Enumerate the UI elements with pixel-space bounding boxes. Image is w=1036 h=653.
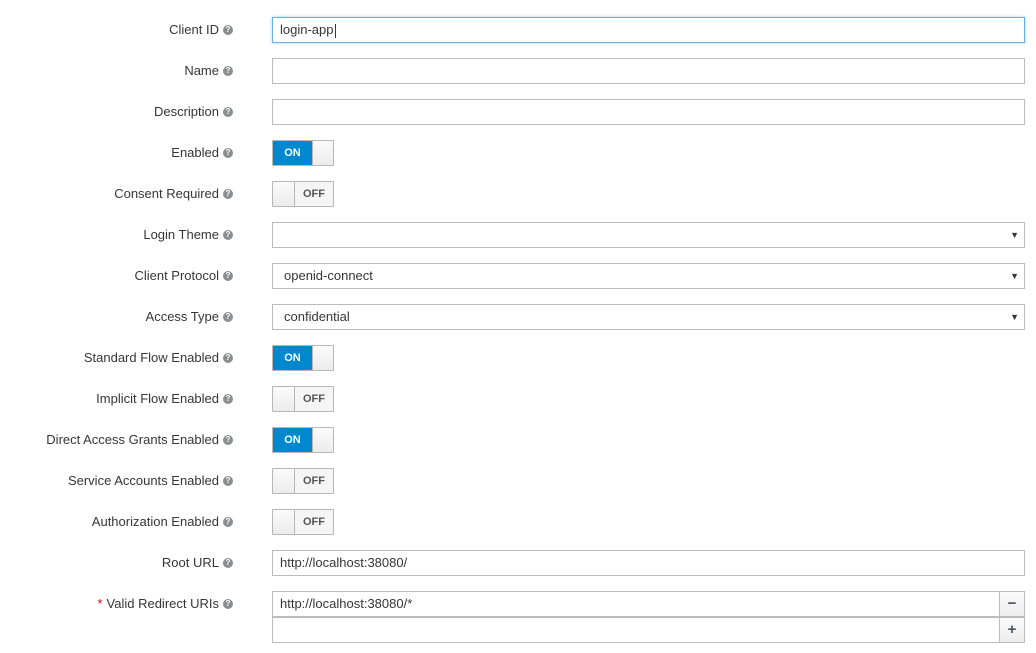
help-icon[interactable]: ?: [223, 557, 233, 568]
service-accounts-row: Service Accounts Enabled? OFF: [0, 468, 1036, 494]
redirect-uris-label: * Valid Redirect URIs?: [97, 591, 233, 617]
help-icon[interactable]: ?: [223, 106, 233, 117]
help-icon[interactable]: ?: [223, 393, 233, 404]
new-redirect-uri-input[interactable]: [272, 617, 1000, 643]
name-row: Name?: [0, 58, 1036, 84]
client-protocol-value: openid-connect: [284, 268, 373, 283]
remove-uri-button[interactable]: −: [999, 591, 1025, 617]
toggle-on-label: ON: [273, 428, 312, 452]
description-input[interactable]: [272, 99, 1025, 125]
service-accounts-toggle[interactable]: OFF: [272, 468, 334, 494]
client-protocol-label: Client Protocol?: [134, 263, 233, 289]
toggle-off-label: OFF: [295, 182, 333, 206]
name-label: Name?: [184, 58, 233, 84]
toggle-knob: [273, 510, 295, 534]
direct-access-toggle[interactable]: ON: [272, 427, 334, 453]
toggle-knob: [273, 387, 295, 411]
toggle-on-label: ON: [273, 346, 312, 370]
login-theme-row: Login Theme? ▼: [0, 222, 1036, 248]
toggle-off-label: OFF: [295, 387, 333, 411]
toggle-off-label: OFF: [295, 510, 333, 534]
help-icon[interactable]: ?: [223, 270, 233, 281]
client-id-value: login-app: [280, 22, 334, 37]
enabled-row: Enabled? ON: [0, 140, 1036, 166]
enabled-label: Enabled?: [171, 140, 233, 166]
client-protocol-row: Client Protocol? openid-connect ▼: [0, 263, 1036, 289]
description-row: Description?: [0, 99, 1036, 125]
toggle-knob: [312, 141, 333, 165]
redirect-uris-row-new: +: [0, 617, 1036, 643]
toggle-knob: [273, 469, 295, 493]
help-icon[interactable]: ?: [223, 188, 233, 199]
implicit-flow-label: Implicit Flow Enabled?: [96, 386, 233, 412]
standard-flow-toggle[interactable]: ON: [272, 345, 334, 371]
toggle-knob: [273, 182, 295, 206]
toggle-off-label: OFF: [295, 469, 333, 493]
access-type-value: confidential: [284, 309, 350, 324]
client-id-label: Client ID?: [169, 17, 233, 43]
direct-access-label: Direct Access Grants Enabled?: [46, 427, 233, 453]
help-icon[interactable]: ?: [223, 516, 233, 527]
toggle-knob: [312, 346, 333, 370]
service-accounts-label: Service Accounts Enabled?: [68, 468, 233, 494]
consent-required-toggle[interactable]: OFF: [272, 181, 334, 207]
standard-flow-row: Standard Flow Enabled? ON: [0, 345, 1036, 371]
access-type-label: Access Type?: [146, 304, 233, 330]
toggle-knob: [312, 428, 333, 452]
client-protocol-select[interactable]: openid-connect ▼: [272, 263, 1025, 289]
dropdown-arrow-icon: ▼: [1010, 230, 1019, 240]
root-url-label: Root URL?: [162, 550, 233, 576]
consent-required-label: Consent Required?: [114, 181, 233, 207]
implicit-flow-toggle[interactable]: OFF: [272, 386, 334, 412]
authorization-toggle[interactable]: OFF: [272, 509, 334, 535]
redirect-uris-row: * Valid Redirect URIs? http://localhost:3…: [0, 591, 1036, 617]
login-theme-select[interactable]: ▼: [272, 222, 1025, 248]
enabled-toggle[interactable]: ON: [272, 140, 334, 166]
help-icon[interactable]: ?: [223, 24, 233, 35]
access-type-row: Access Type? confidential ▼: [0, 304, 1036, 330]
toggle-on-label: ON: [273, 141, 312, 165]
root-url-row: Root URL? http://localhost:38080/: [0, 550, 1036, 576]
help-icon[interactable]: ?: [223, 65, 233, 76]
client-id-row: Client ID? login-app: [0, 17, 1036, 43]
client-id-input[interactable]: login-app: [272, 17, 1025, 43]
implicit-flow-row: Implicit Flow Enabled? OFF: [0, 386, 1036, 412]
help-icon[interactable]: ?: [223, 229, 233, 240]
add-uri-button[interactable]: +: [999, 617, 1025, 643]
direct-access-row: Direct Access Grants Enabled? ON: [0, 427, 1036, 453]
help-icon[interactable]: ?: [223, 434, 233, 445]
dropdown-arrow-icon: ▼: [1010, 312, 1019, 322]
redirect-uri-input[interactable]: http://localhost:38080/*: [272, 591, 1000, 617]
access-type-select[interactable]: confidential ▼: [272, 304, 1025, 330]
text-cursor: [334, 23, 336, 38]
root-url-input[interactable]: http://localhost:38080/: [272, 550, 1025, 576]
help-icon[interactable]: ?: [223, 311, 233, 322]
description-label: Description?: [154, 99, 233, 125]
authorization-row: Authorization Enabled? OFF: [0, 509, 1036, 535]
dropdown-arrow-icon: ▼: [1010, 271, 1019, 281]
help-icon[interactable]: ?: [223, 598, 233, 609]
help-icon[interactable]: ?: [223, 352, 233, 363]
name-input[interactable]: [272, 58, 1025, 84]
help-icon[interactable]: ?: [223, 147, 233, 158]
standard-flow-label: Standard Flow Enabled?: [84, 345, 233, 371]
required-marker: *: [97, 596, 103, 611]
authorization-label: Authorization Enabled?: [92, 509, 233, 535]
help-icon[interactable]: ?: [223, 475, 233, 486]
consent-required-row: Consent Required? OFF: [0, 181, 1036, 207]
login-theme-label: Login Theme?: [143, 222, 233, 248]
